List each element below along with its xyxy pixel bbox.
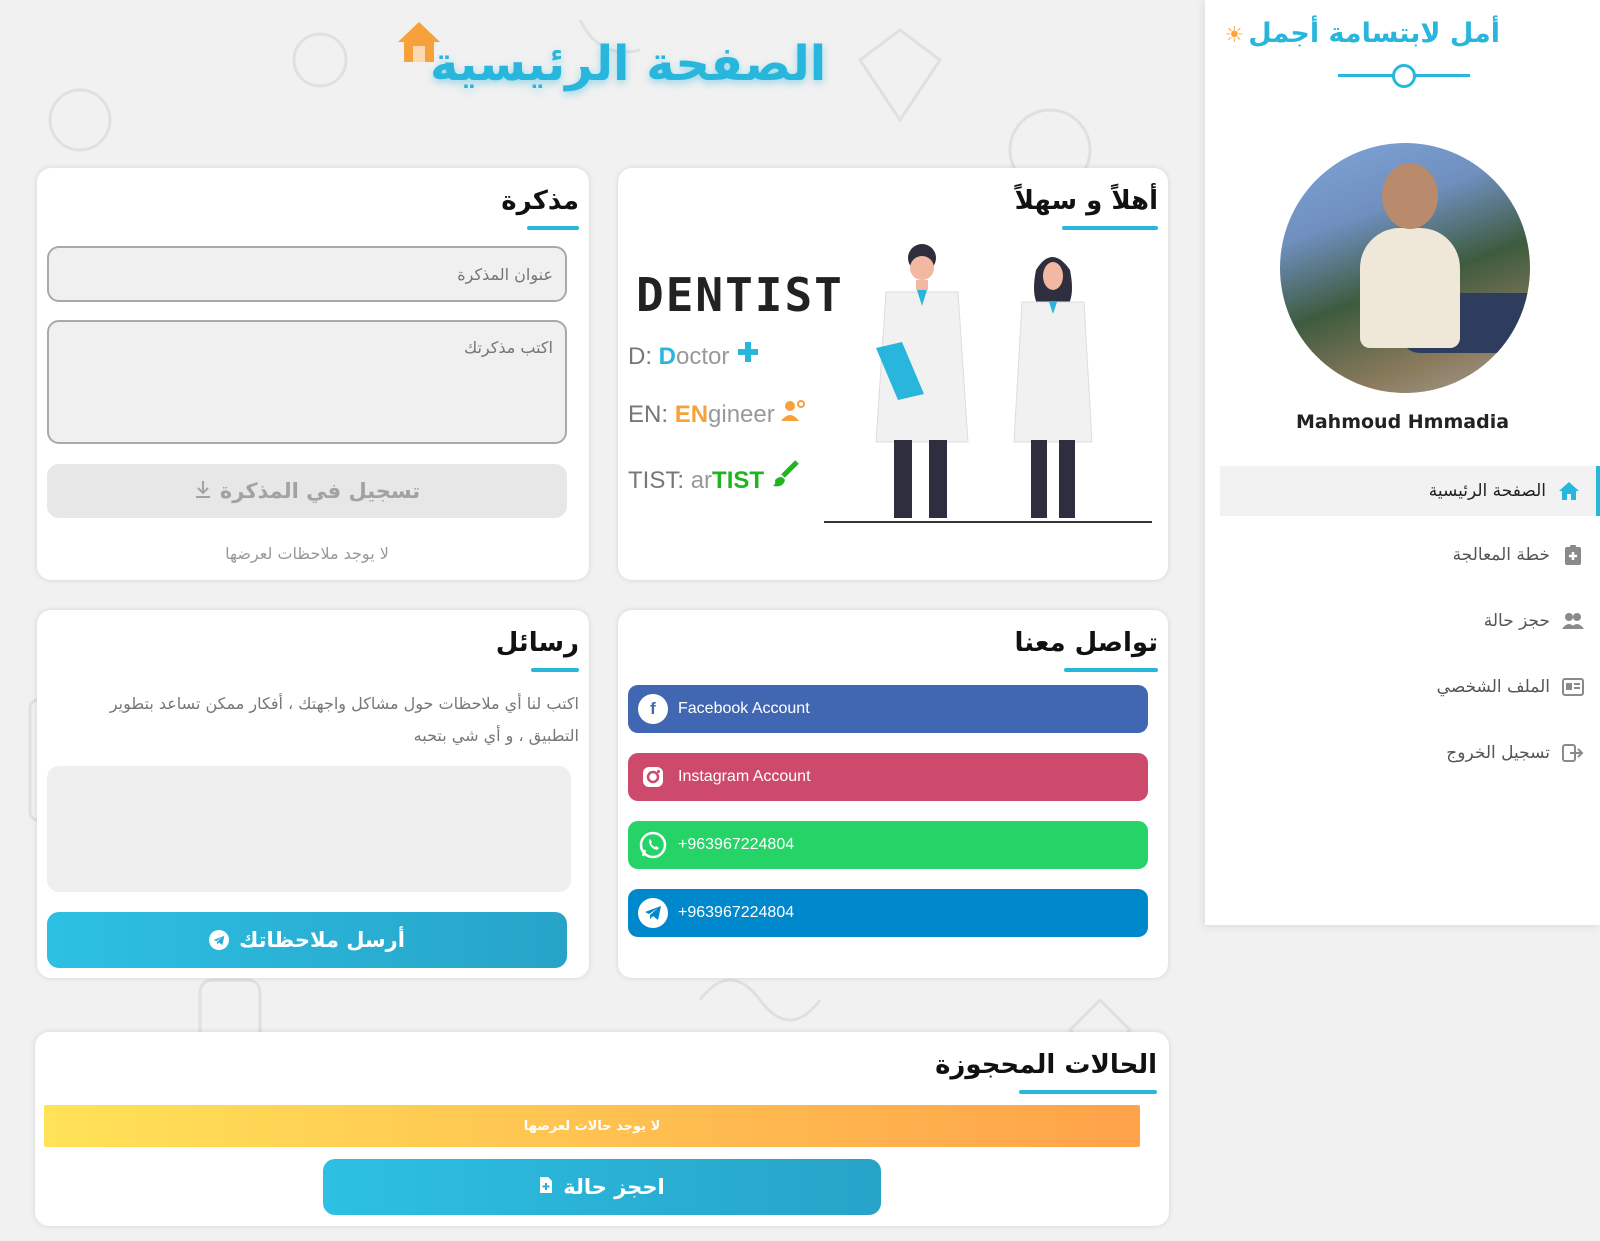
welcome-card: أهلاً و سهلاً DENTIST D: Doctor EN: ENgi… — [618, 168, 1168, 580]
word-row-engineer: EN: ENgineer — [628, 400, 806, 429]
telegram-button[interactable]: +963967224804 — [628, 889, 1148, 937]
book-case-button[interactable]: احجز حالة — [323, 1159, 881, 1215]
doctors-illustration — [824, 244, 1152, 523]
sidebar-item-profile[interactable]: الملف الشخصي — [1220, 662, 1600, 712]
clipboard-plus-icon — [1562, 544, 1584, 566]
instagram-icon — [638, 762, 668, 792]
facebook-button[interactable]: f Facebook Account — [628, 685, 1148, 733]
user-name: Mahmoud Hmmadia — [1295, 411, 1510, 433]
sidebar-item-label: الصفحة الرئيسية — [1428, 481, 1546, 501]
word-row-doctor: D: Doctor — [628, 340, 760, 371]
facebook-label: Facebook Account — [678, 700, 810, 717]
plus-icon — [736, 342, 760, 370]
sun-icon: ☀ — [1224, 23, 1245, 48]
brand-title: أمل لابتسامة أجمل☀ — [1225, 18, 1501, 49]
title-underline — [531, 668, 579, 672]
sidebar-item-treatment-plan[interactable]: خطة المعالجة — [1220, 530, 1600, 580]
avatar — [1280, 143, 1530, 393]
users-icon — [1562, 610, 1584, 632]
notes-card: مذكرة تسجيل في المذكرة لا يوجد ملاحظات ل… — [37, 168, 589, 580]
dentist-logo: DENTIST — [636, 268, 844, 322]
note-body-input[interactable] — [47, 320, 567, 444]
contact-title: تواصل معنا — [1014, 628, 1158, 658]
feedback-input[interactable] — [47, 766, 571, 892]
facebook-icon: f — [638, 694, 668, 724]
instagram-label: Instagram Account — [678, 768, 811, 785]
sidebar-item-label: الملف الشخصي — [1436, 677, 1550, 697]
title-underline — [1064, 668, 1158, 672]
sidebar-item-label: خطة المعالجة — [1452, 545, 1550, 565]
book-case-label: احجز حالة — [563, 1175, 665, 1199]
brand-underline-dot — [1392, 64, 1416, 88]
notes-title: مذكرة — [501, 186, 579, 216]
welcome-title: أهلاً و سهلاً — [1014, 186, 1158, 216]
whatsapp-label: +963967224804 — [678, 836, 795, 853]
contact-card: تواصل معنا f Facebook Account Instagram … — [618, 610, 1168, 978]
sidebar-item-label: تسجيل الخروج — [1446, 743, 1550, 763]
send-feedback-label: أرسل ملاحظاتك — [239, 928, 405, 952]
instagram-button[interactable]: Instagram Account — [628, 753, 1148, 801]
title-underline — [527, 226, 579, 230]
telegram-icon — [209, 930, 230, 950]
title-underline — [1019, 1090, 1157, 1094]
engineer-icon — [781, 400, 806, 428]
sidebar-item-home[interactable]: الصفحة الرئيسية — [1220, 466, 1600, 516]
brand-text: أمل لابتسامة أجمل — [1248, 18, 1500, 49]
bookings-card: الحالات المحجوزة لا يوجد حالات لعرضها اح… — [35, 1032, 1169, 1226]
title-underline — [1062, 226, 1158, 230]
logout-icon — [1562, 742, 1584, 764]
telegram-label: +963967224804 — [678, 904, 795, 921]
sidebar-item-label: حجز حالة — [1483, 611, 1550, 631]
save-note-label: تسجيل في المذكرة — [219, 479, 421, 503]
whatsapp-icon — [638, 830, 668, 860]
file-plus-icon — [539, 1175, 553, 1199]
word-row-artist: TIST: arTIST — [628, 460, 799, 495]
sidebar: أمل لابتسامة أجمل☀ Mahmoud Hmmadia الصفح… — [1205, 0, 1600, 925]
messages-title: رسائل — [495, 628, 579, 658]
whatsapp-button[interactable]: +963967224804 — [628, 821, 1148, 869]
brush-icon — [771, 460, 799, 494]
bookings-title: الحالات المحجوزة — [935, 1050, 1157, 1080]
note-title-input[interactable] — [47, 246, 567, 302]
send-feedback-button[interactable]: أرسل ملاحظاتك — [47, 912, 567, 968]
download-icon — [194, 479, 212, 504]
id-card-icon — [1562, 676, 1584, 698]
messages-description: اكتب لنا أي ملاحظات حول مشاكل واجهتك ، أ… — [109, 694, 579, 745]
notes-empty-message: لا يوجد ملاحظات لعرضها — [225, 544, 389, 563]
sidebar-item-book-case[interactable]: حجز حالة — [1220, 596, 1600, 646]
bookings-empty-alert: لا يوجد حالات لعرضها — [44, 1105, 1140, 1147]
home-icon — [1558, 480, 1580, 502]
telegram-icon — [638, 898, 668, 928]
page-title: الصفحة الرئيسية — [430, 36, 827, 92]
save-note-button[interactable]: تسجيل في المذكرة — [47, 464, 567, 518]
sidebar-item-logout[interactable]: تسجيل الخروج — [1220, 728, 1600, 778]
messages-card: رسائل اكتب لنا أي ملاحظات حول مشاكل واجه… — [37, 610, 589, 978]
